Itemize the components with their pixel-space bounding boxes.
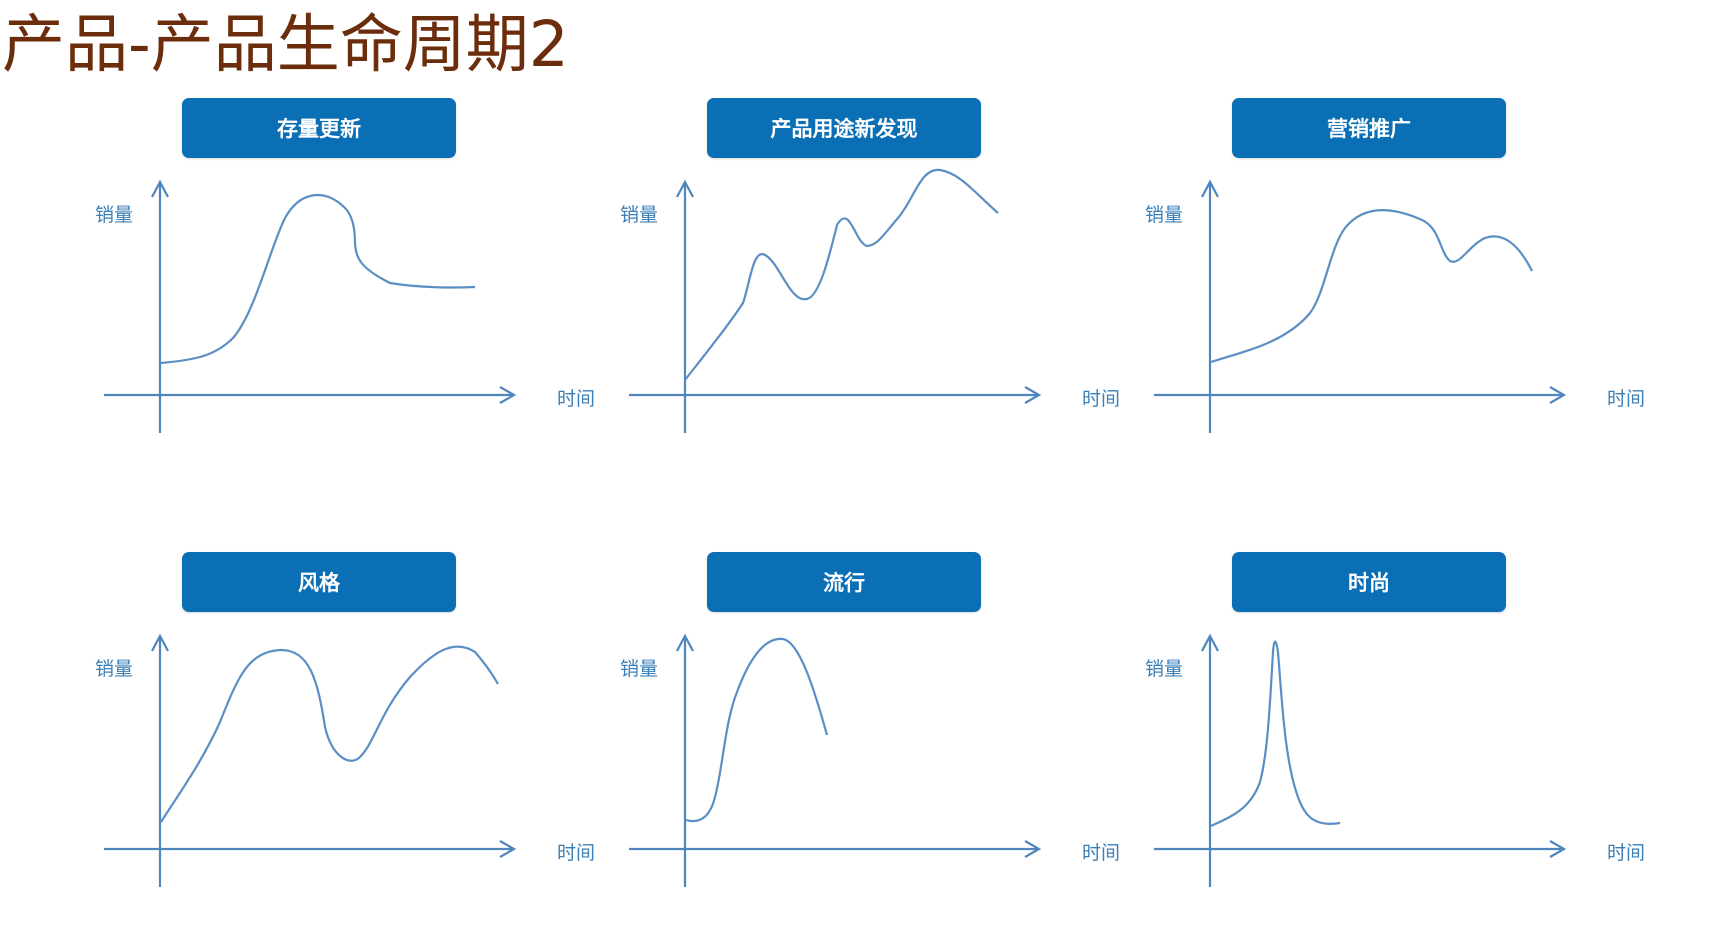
axes bbox=[1154, 633, 1567, 887]
sales-curve bbox=[685, 637, 829, 823]
panel-stock-renewal: 存量更新 销量 时间 bbox=[90, 98, 650, 498]
lifecycle-plot bbox=[1154, 179, 1567, 433]
lifecycle-plot bbox=[104, 179, 517, 433]
panel-style: 风格 销量 时间 bbox=[90, 552, 650, 952]
axes bbox=[104, 179, 517, 433]
lifecycle-plot bbox=[104, 633, 517, 887]
panel-marketing-promotion: 营销推广 销量 时间 bbox=[1140, 98, 1700, 498]
axes bbox=[629, 633, 1042, 887]
sales-curve bbox=[160, 645, 499, 823]
panel-new-use-discovery: 产品用途新发现 销量 时间 bbox=[615, 98, 1175, 498]
lifecycle-plot bbox=[629, 633, 1042, 887]
lifecycle-plot bbox=[629, 168, 1042, 433]
sales-curve bbox=[1210, 640, 1341, 827]
sales-curve bbox=[684, 168, 999, 381]
axes bbox=[629, 179, 1042, 433]
axes bbox=[104, 633, 517, 887]
lifecycle-plot bbox=[1154, 633, 1567, 887]
page-title: 产品-产品生命周期2 bbox=[2, 8, 569, 81]
axes bbox=[1154, 179, 1567, 433]
panel-fashion: 时尚 销量 时间 bbox=[1140, 552, 1700, 952]
sales-curve bbox=[160, 194, 476, 365]
sales-curve bbox=[1210, 209, 1533, 364]
panel-popular: 流行 销量 时间 bbox=[615, 552, 1175, 952]
